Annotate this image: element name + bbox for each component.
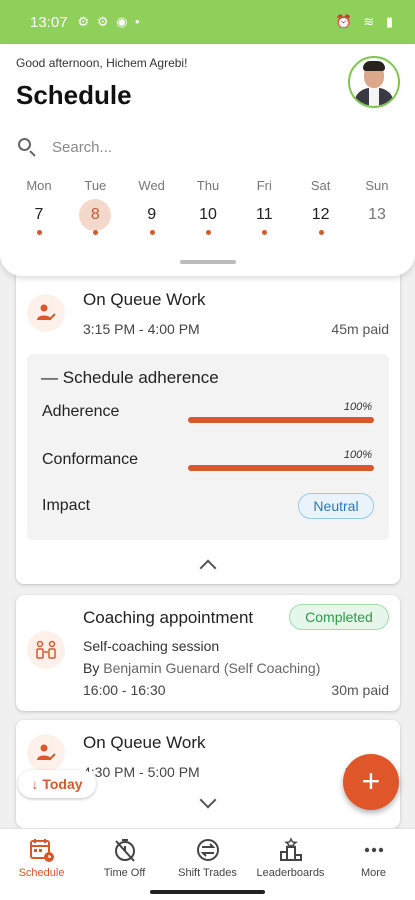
schedule-adherence-panel: — Schedule adherence Adherence 100% Conf… (27, 354, 389, 540)
page-title: Schedule (16, 80, 132, 110)
search-icon (16, 136, 38, 158)
home-indicator[interactable] (150, 890, 265, 894)
event-paid: 45m paid (331, 321, 389, 337)
today-button[interactable]: ↓ Today (18, 770, 96, 798)
day-number-selected: 8 (79, 199, 112, 231)
day-name: Sun (365, 178, 389, 193)
notification-icons: ⚙ ⚙ ◉ • (77, 14, 142, 29)
event-paid: 30m paid (331, 682, 389, 698)
event-dot (205, 230, 211, 235)
completed-badge: Completed (289, 604, 389, 630)
adherence-title[interactable]: — Schedule adherence (41, 368, 219, 388)
event-title: On Queue Work (83, 733, 206, 752)
nav-label: Time Off (103, 867, 146, 879)
chevron-down-icon[interactable] (199, 791, 217, 809)
day-name: Thu (196, 178, 220, 193)
event-title: Coaching appointment (83, 608, 254, 627)
calendar-icon (29, 839, 54, 862)
event-time: 4:30 PM - 5:00 PM (83, 764, 200, 780)
nav-time-off[interactable]: Time Off (83, 829, 166, 886)
drag-handle[interactable] (180, 260, 236, 264)
avatar[interactable] (348, 56, 400, 108)
day-mon[interactable]: Mon 7 (14, 178, 64, 248)
chevron-up-icon[interactable] (199, 559, 217, 577)
impact-label: Impact (42, 497, 91, 514)
event-dot (318, 230, 324, 235)
coaching-icon (27, 631, 65, 669)
day-name: Fri (256, 178, 272, 193)
arrow-down-icon: ↓ (31, 776, 43, 792)
event-subtitle: Self-coaching session (83, 638, 220, 654)
day-name: Wed (138, 178, 165, 193)
nav-schedule[interactable]: Schedule (0, 829, 83, 886)
nav-label: More (360, 867, 387, 879)
event-dot (37, 230, 42, 235)
day-name: Mon (26, 178, 52, 193)
coach-note: (Self Coaching) (223, 660, 321, 676)
day-number: 12 (311, 206, 330, 223)
event-dot (262, 230, 268, 235)
schedule-header: Good afternoon, Hichem Agrebi! Schedule … (0, 44, 415, 276)
conformance-bar (188, 465, 374, 471)
event-title: On Queue Work (83, 290, 206, 309)
day-sun[interactable]: Sun 13 (352, 178, 402, 248)
adherence-bar (188, 417, 374, 423)
day-number: 7 (34, 206, 44, 223)
day-wed[interactable]: Wed 9 (127, 178, 177, 248)
day-number: 10 (199, 206, 217, 223)
search-bar[interactable] (16, 132, 396, 162)
status-bar: 13:07 ⚙ ⚙ ◉ • ⏰ ≋ ▮ (0, 0, 415, 44)
system-nav-bar (0, 886, 415, 900)
search-input[interactable] (52, 138, 372, 156)
nav-shift-trades[interactable]: Shift Trades (166, 829, 249, 886)
agent-icon (27, 734, 65, 772)
bottom-nav: Schedule Time Off Shift Trades Leaderboa… (0, 828, 415, 886)
day-sat[interactable]: Sat 12 (296, 178, 346, 248)
adherence-label: Adherence (42, 403, 120, 420)
status-time: 13:07 (30, 13, 68, 31)
agent-icon (27, 294, 65, 332)
day-number: 11 (256, 206, 273, 223)
nav-label: Schedule (18, 867, 65, 879)
event-card-coaching[interactable]: Coaching appointment Completed Self-coac… (16, 595, 400, 711)
nav-label: Shift Trades (178, 867, 237, 879)
day-fri[interactable]: Fri 11 (239, 178, 289, 248)
stopwatch-off-icon (114, 839, 135, 862)
day-name: Sat (310, 178, 331, 193)
day-tue[interactable]: Tue 8 (70, 178, 120, 248)
nav-leaderboards[interactable]: Leaderboards (249, 829, 332, 886)
event-time: 3:15 PM - 4:00 PM (83, 321, 200, 337)
event-time: 16:00 - 16:30 (83, 682, 166, 698)
collapse-icon: — (41, 368, 63, 387)
add-fab-button[interactable]: + (343, 754, 399, 810)
adherence-percent: 100% (343, 401, 372, 413)
system-status-icons: ⏰ ≋ ▮ (335, 14, 397, 29)
event-dot (149, 230, 155, 235)
nav-more[interactable]: More (332, 829, 415, 886)
event-dot (93, 230, 99, 235)
coach-line: By Benjamin Guenard (Self Coaching) (83, 660, 321, 676)
impact-badge: Neutral (298, 493, 374, 519)
coach-name: Benjamin Guenard (103, 660, 220, 676)
day-number: 13 (368, 206, 386, 223)
event-card-on-queue[interactable]: On Queue Work 3:15 PM - 4:00 PM 45m paid… (16, 266, 400, 584)
podium-icon (279, 837, 302, 861)
week-strip: Mon 7 Tue 8 Wed 9 Thu 10 Fri 11 Sat 12 S… (14, 178, 402, 248)
more-dots-icon (364, 847, 383, 853)
day-thu[interactable]: Thu 10 (183, 178, 233, 248)
day-number: 9 (147, 206, 157, 223)
greeting-text: Good afternoon, Hichem Agrebi! (16, 56, 188, 70)
swap-icon (196, 839, 219, 861)
day-name: Tue (84, 178, 107, 193)
nav-label: Leaderboards (256, 867, 325, 879)
conformance-label: Conformance (42, 451, 139, 468)
conformance-percent: 100% (343, 449, 372, 461)
